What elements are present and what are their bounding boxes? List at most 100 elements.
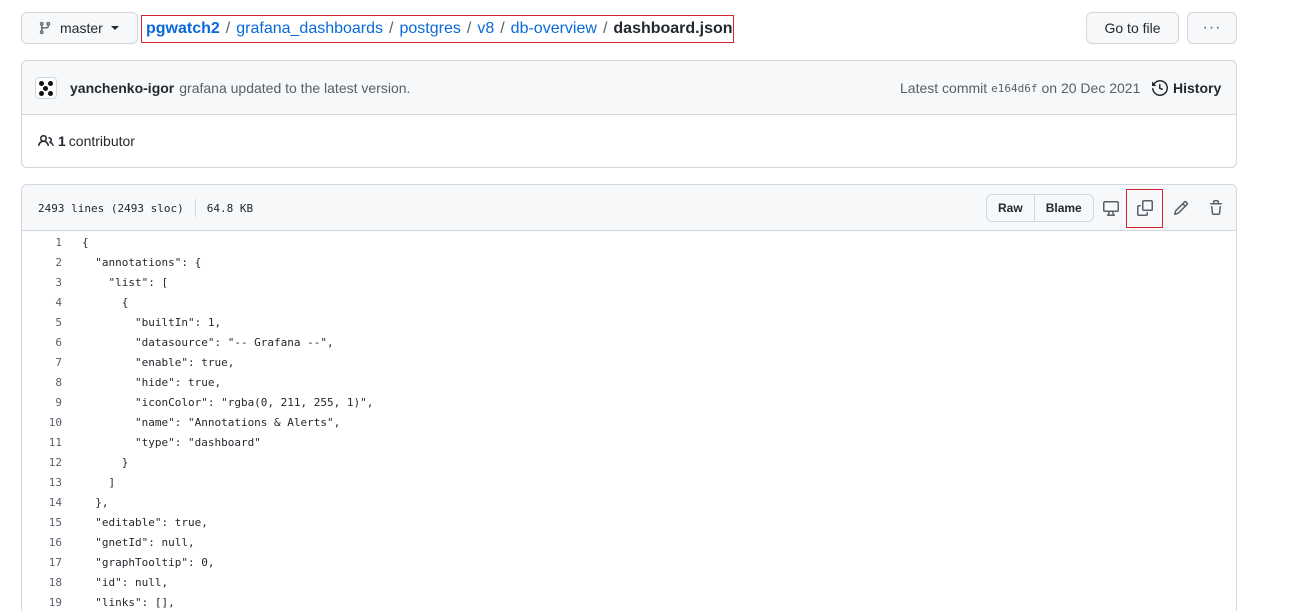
breadcrumb-link-grafana-dashboards[interactable]: grafana_dashboards <box>236 20 383 38</box>
copy-raw-contents-button[interactable] <box>1130 185 1160 231</box>
history-link[interactable]: History <box>1152 61 1221 115</box>
code-line: 7 "enable": true, <box>22 352 1236 372</box>
line-number[interactable]: 10 <box>22 416 62 429</box>
commit-meta: Latest commit e164d6f on 20 Dec 2021 <box>900 61 1140 115</box>
line-content: "links": [], <box>82 595 175 609</box>
line-content: "gnetId": null, <box>82 535 195 549</box>
code-line: 14 }, <box>22 492 1236 512</box>
line-content: "iconColor": "rgba(0, 211, 255, 1)", <box>82 395 374 409</box>
contributors-link[interactable]: 1 contributor <box>22 115 1236 167</box>
code-line: 16 "gnetId": null, <box>22 532 1236 552</box>
branch-selector-button[interactable]: master <box>21 12 138 44</box>
line-content: "id": null, <box>82 575 169 589</box>
code-line: 9 "iconColor": "rgba(0, 211, 255, 1)", <box>22 392 1236 412</box>
branch-label: master <box>60 20 103 36</box>
contributor-label: contributor <box>68 133 135 149</box>
line-number[interactable]: 9 <box>22 396 62 409</box>
line-content: "type": "dashboard" <box>82 435 261 449</box>
blame-button[interactable]: Blame <box>1033 195 1093 221</box>
line-content: } <box>82 455 129 469</box>
code-line: 15 "editable": true, <box>22 512 1236 532</box>
trash-icon <box>1210 200 1222 215</box>
line-number[interactable]: 4 <box>22 296 62 309</box>
code-line: 13 ] <box>22 472 1236 492</box>
line-number[interactable]: 8 <box>22 376 62 389</box>
line-content: "datasource": "-- Grafana --", <box>82 335 334 349</box>
history-label: History <box>1173 80 1222 96</box>
code-line: 10 "name": "Annotations & Alerts", <box>22 412 1236 432</box>
code-line: 5 "builtIn": 1, <box>22 312 1236 332</box>
commit-sha-link[interactable]: e164d6f <box>991 82 1037 95</box>
line-number[interactable]: 11 <box>22 436 62 449</box>
line-number[interactable]: 18 <box>22 576 62 589</box>
history-icon <box>1152 80 1168 96</box>
line-number[interactable]: 17 <box>22 556 62 569</box>
commit-author-link[interactable]: yanchenko-igor <box>70 80 174 96</box>
copy-icon <box>1137 200 1153 216</box>
line-number[interactable]: 2 <box>22 256 62 269</box>
people-icon <box>38 134 54 147</box>
line-number[interactable]: 5 <box>22 316 62 329</box>
avatar[interactable] <box>35 76 57 99</box>
line-content: "name": "Annotations & Alerts", <box>82 415 341 429</box>
line-content: { <box>82 295 129 309</box>
commit-date-prefix: on <box>1041 80 1058 96</box>
code-line: 6 "datasource": "-- Grafana --", <box>22 332 1236 352</box>
commit-header: yanchenko-igor grafana updated to the la… <box>22 61 1236 115</box>
line-number[interactable]: 7 <box>22 356 62 369</box>
breadcrumb-link-postgres[interactable]: postgres <box>399 20 460 38</box>
edit-file-button[interactable] <box>1166 185 1196 231</box>
latest-commit-label: Latest commit <box>900 80 988 96</box>
raw-button[interactable]: Raw <box>987 195 1034 221</box>
code-line: 3 "list": [ <box>22 272 1236 292</box>
divider <box>194 199 196 217</box>
breadcrumb-link-v8[interactable]: v8 <box>477 20 494 38</box>
code-line: 2 "annotations": { <box>22 252 1236 272</box>
line-content: ] <box>82 475 116 489</box>
line-number[interactable]: 15 <box>22 516 62 529</box>
line-number[interactable]: 12 <box>22 456 62 469</box>
code-line: 18 "id": null, <box>22 572 1236 592</box>
line-number[interactable]: 3 <box>22 276 62 289</box>
contributor-count: 1 <box>58 133 66 149</box>
line-number[interactable]: 13 <box>22 476 62 489</box>
code-line: 12 } <box>22 452 1236 472</box>
line-content: "list": [ <box>82 275 169 289</box>
more-options-button[interactable]: ··· <box>1187 12 1237 44</box>
kebab-horizontal-icon: ··· <box>1202 19 1222 36</box>
line-number[interactable]: 16 <box>22 536 62 549</box>
file-viewer: 2493 lines (2493 sloc) 64.8 KB Raw Blame… <box>21 184 1237 611</box>
line-content: "builtIn": 1, <box>82 315 222 329</box>
line-number[interactable]: 14 <box>22 496 62 509</box>
device-desktop-icon <box>1103 201 1119 216</box>
line-content: "hide": true, <box>82 375 222 389</box>
pencil-icon <box>1173 200 1189 216</box>
commit-message-link[interactable]: grafana updated to the latest version. <box>179 80 410 96</box>
code-line: 19 "links": [], <box>22 592 1236 611</box>
breadcrumb-file-name: dashboard.json <box>613 20 733 37</box>
file-header: 2493 lines (2493 sloc) 64.8 KB Raw Blame <box>22 185 1236 231</box>
breadcrumb-link-db-overview[interactable]: db-overview <box>511 20 597 38</box>
commit-date: 20 Dec 2021 <box>1060 80 1141 96</box>
breadcrumb-separator: / <box>225 20 231 37</box>
code-line: 4 { <box>22 292 1236 312</box>
git-branch-icon <box>39 21 51 35</box>
go-to-file-button[interactable]: Go to file <box>1086 12 1179 44</box>
line-content: "annotations": { <box>82 255 202 269</box>
breadcrumb-separator: / <box>500 20 505 37</box>
file-lines-info: 2493 lines (2493 sloc) <box>38 201 184 215</box>
file-navigation: master pgwatch2 / grafana_dashboards / p… <box>21 12 1237 44</box>
breadcrumb-repo-link[interactable]: pgwatch2 <box>146 20 220 38</box>
line-content: }, <box>82 495 109 509</box>
line-number[interactable]: 19 <box>22 596 62 609</box>
code-line: 8 "hide": true, <box>22 372 1236 392</box>
line-content: "graphTooltip": 0, <box>82 555 215 569</box>
desktop-open-button[interactable] <box>1096 185 1126 231</box>
line-number[interactable]: 6 <box>22 336 62 349</box>
line-number[interactable]: 1 <box>22 236 62 249</box>
chevron-down-icon <box>110 26 119 30</box>
code-line: 17 "graphTooltip": 0, <box>22 552 1236 572</box>
breadcrumb-separator: / <box>466 20 472 37</box>
delete-file-button[interactable] <box>1201 185 1231 231</box>
file-info: 2493 lines (2493 sloc) 64.8 KB <box>38 185 253 231</box>
